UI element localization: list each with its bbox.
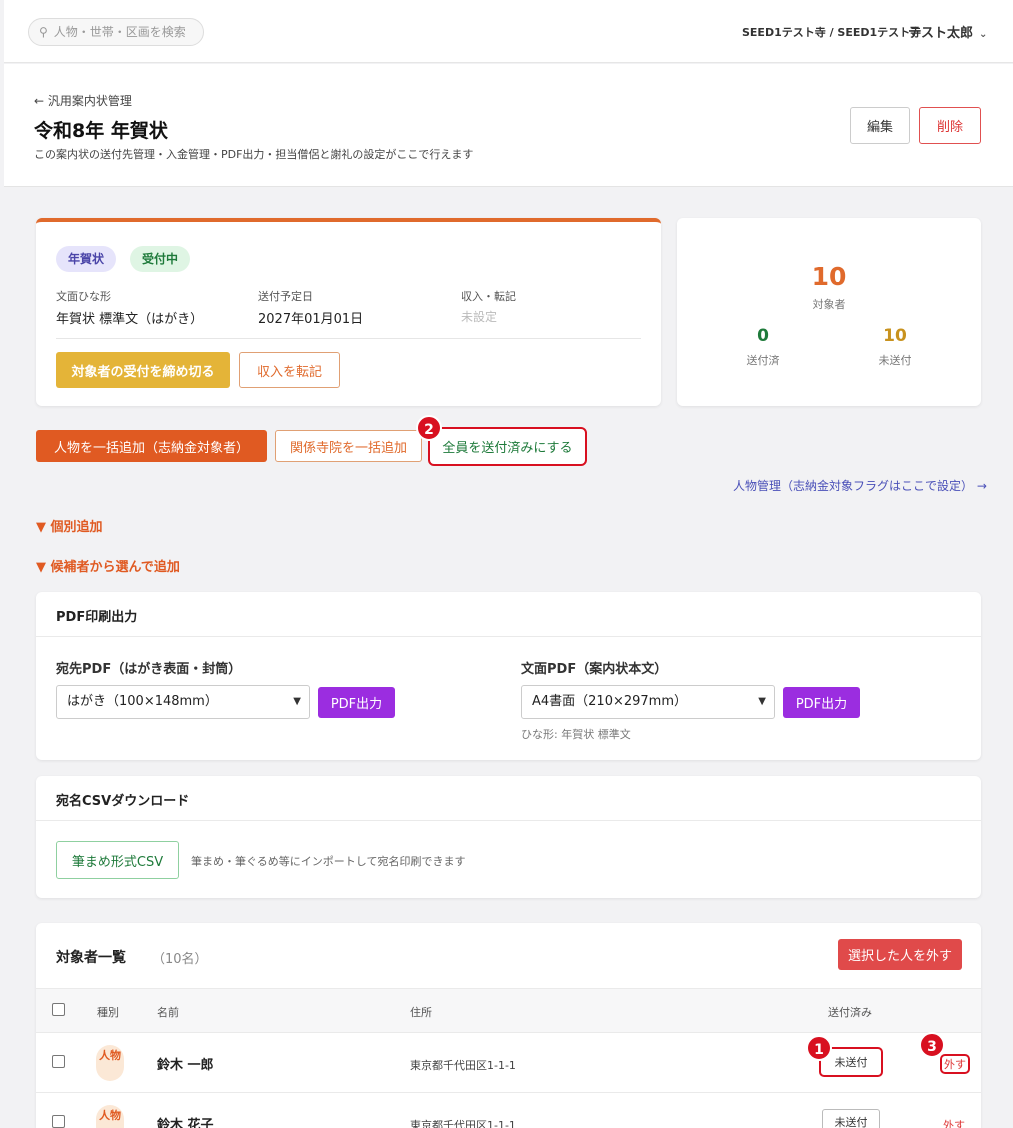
body-format-value: A4書面（210×297mm） [532,694,688,709]
marker-2: 2 [416,415,442,441]
person-name[interactable]: 鈴木 一郎 [157,1054,214,1073]
mark-all-sent-button[interactable]: 全員を送付済みにする [428,427,587,466]
address-format-select[interactable]: はがき（100×148mm） ▼ [56,685,310,719]
individual-add-toggle[interactable]: ▼ 個別追加 [36,516,103,535]
back-link[interactable]: ← 汎用案内状管理 [34,92,132,109]
marker-3: 3 [919,1032,945,1058]
status-badge: 受付中 [130,246,191,272]
address-pdf-button[interactable]: PDF出力 [318,687,395,718]
address-pdf-label: 宛先PDF（はがき表面・封筒） [56,662,242,677]
page-header: ← 汎用案内状管理 令和8年 年賀状 この案内状の送付先管理・入金管理・PDF出… [4,64,1013,187]
column-address: 住所 [410,1006,432,1019]
close-reception-button[interactable]: 対象者の受付を締め切る [56,352,230,388]
select-all-checkbox[interactable] [52,1003,65,1016]
stat-total-label: 対象者 [812,298,846,311]
divider [56,338,641,339]
template-label: 文面ひな形 [56,290,111,303]
transfer-income-button[interactable]: 収入を転記 [239,352,340,388]
pdf-card: PDF印刷出力 宛先PDF（はがき表面・封筒） はがき（100×148mm） ▼… [36,592,981,760]
type-badge: 年賀状 [56,246,117,272]
top-bar: ⚲ SEED1テスト寺 / SEED1テスト寺 テスト太郎 ⌄ [4,0,1013,63]
pdf-card-title: PDF印刷出力 [56,610,138,625]
table-header: 種別 名前 住所 送付済み [36,988,981,1033]
template-hint: ひな形: 年賀状 標準文 [521,728,631,741]
stat-sent: 0 [757,326,769,346]
remove-link[interactable]: 外す [943,1117,965,1128]
csv-card: 宛名CSVダウンロード 筆まめ形式CSV 筆まめ・筆ぐるめ等にインポートして宛名… [36,776,981,898]
person-type-badge: 人物 [96,1045,124,1081]
page-description: この案内状の送付先管理・入金管理・PDF出力・担当僧侶と謝礼の設定がここで行えま… [34,148,474,161]
search-box[interactable]: ⚲ [28,18,204,46]
stats-card: 10 対象者 0 送付済 10 未送付 [677,218,981,406]
bulk-add-person-button[interactable]: 人物を一括追加（志納金対象者） [36,430,267,462]
candidate-add-toggle[interactable]: ▼ 候補者から選んで追加 [36,556,180,575]
person-address: 東京都千代田区1-1-1 [410,1059,516,1072]
table-row: 人物 鈴木 一郎 東京都千代田区1-1-1 未送付 外す [36,1033,981,1093]
user-menu[interactable]: テスト太郎 ⌄ [908,22,987,41]
stat-unsent: 10 [883,326,907,346]
address-format-value: はがき（100×148mm） [67,694,218,709]
send-date-value: 2027年01月01日 [258,312,364,327]
csv-hint: 筆まめ・筆ぐるめ等にインポートして宛名印刷できます [191,855,466,868]
send-date-label: 送付予定日 [258,290,313,303]
bulk-add-temple-button[interactable]: 関係寺院を一括追加 [275,430,422,462]
chevron-down-icon: ⌄ [979,29,988,40]
divider [36,636,981,637]
person-address: 東京都千代田区1-1-1 [410,1119,516,1128]
body-pdf-button[interactable]: PDF出力 [783,687,860,718]
income-label: 収入・転記 [461,290,516,303]
person-name[interactable]: 鈴木 花子 [157,1114,214,1128]
summary-card: 年賀状 受付中 文面ひな形 年賀状 標準文（はがき） 送付予定日 2027年01… [36,218,661,406]
list-count: （10名） [152,952,208,967]
person-type-badge: 人物 [96,1105,124,1128]
stat-total: 10 [811,262,847,291]
organization-name: SEED1テスト寺 / SEED1テスト寺 [742,26,922,39]
body-format-select[interactable]: A4書面（210×297mm） ▼ [521,685,775,719]
target-list-card: 対象者一覧 （10名） 選択した人を外す 種別 名前 住所 送付済み 人物 鈴木… [36,923,981,1128]
stat-sent-label: 送付済 [746,354,780,367]
column-name: 名前 [157,1006,179,1019]
income-value: 未設定 [461,310,498,324]
delete-button[interactable]: 削除 [919,107,981,144]
remove-selected-button[interactable]: 選択した人を外す [838,939,962,970]
table-row: 人物 鈴木 花子 東京都千代田区1-1-1 未送付 外す [36,1093,981,1128]
search-input[interactable] [53,25,194,39]
stat-unsent-label: 未送付 [878,354,912,367]
edit-button[interactable]: 編集 [850,107,910,144]
list-title: 対象者一覧 [56,950,126,966]
fudemame-csv-button[interactable]: 筆まめ形式CSV [56,841,179,879]
remove-link[interactable]: 外す [940,1054,970,1074]
chevron-down-icon: ▼ [293,696,301,707]
column-type: 種別 [97,1006,119,1019]
chevron-down-icon: ▼ [758,696,766,707]
page-title: 令和8年 年賀状 [34,120,168,142]
search-icon: ⚲ [39,25,48,39]
row-checkbox[interactable] [52,1115,65,1128]
marker-1: 1 [806,1035,832,1061]
user-name: テスト太郎 [908,26,974,41]
csv-card-title: 宛名CSVダウンロード [56,794,190,809]
body-pdf-label: 文面PDF（案内状本文） [521,662,668,677]
sent-status-toggle[interactable]: 未送付 [822,1109,880,1128]
column-sent: 送付済み [828,1006,872,1019]
row-checkbox[interactable] [52,1055,65,1068]
divider [36,820,981,821]
template-value: 年賀状 標準文（はがき） [56,312,204,327]
person-management-link[interactable]: 人物管理（志納金対象フラグはここで設定） → [733,477,987,494]
